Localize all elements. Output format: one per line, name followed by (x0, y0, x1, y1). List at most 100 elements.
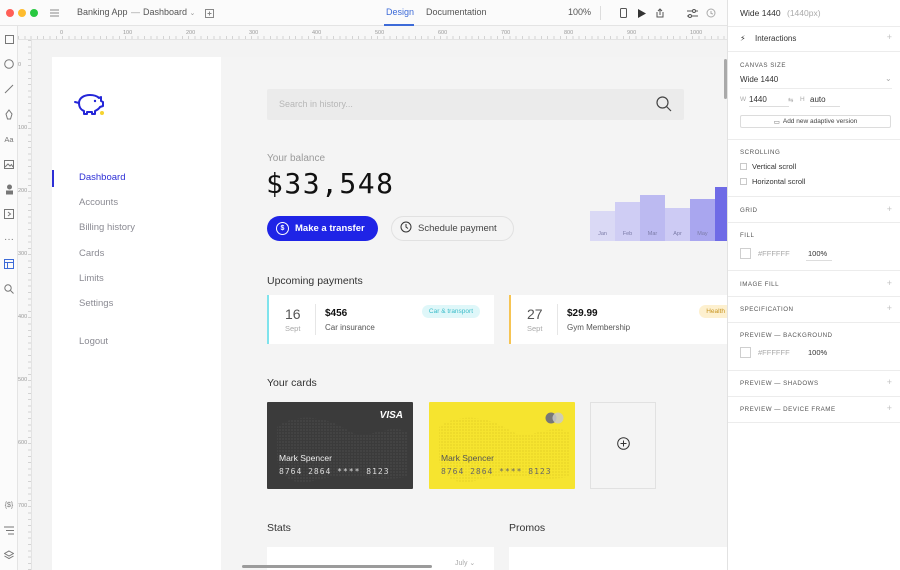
grid-heading: GRID (740, 207, 758, 214)
line-tool-icon[interactable] (2, 82, 16, 96)
vertical-scroll-checkbox[interactable] (740, 163, 747, 170)
maximize-window-button[interactable] (30, 9, 38, 17)
rectangle-tool-icon[interactable] (2, 32, 16, 46)
artboard-banking-dashboard[interactable]: Dashboard Accounts Billing history Cards… (52, 57, 727, 570)
image-tool-icon[interactable] (2, 157, 16, 171)
share-icon[interactable] (653, 6, 667, 20)
search-placeholder: Search in history... (279, 99, 353, 109)
width-input[interactable]: 1440 (749, 95, 767, 104)
add-device-frame-icon[interactable]: + (887, 403, 892, 413)
ruler-mark: 200 (186, 30, 196, 36)
card-number: 8764 2864 **** 8123 (279, 467, 390, 476)
upcoming-payments-title: Upcoming payments (267, 275, 363, 287)
horizontal-scrollbar[interactable] (242, 565, 432, 568)
ruler-mark: 900 (627, 30, 637, 36)
ruler-mark: 600 (438, 30, 448, 36)
image-fill-heading: IMAGE FILL (740, 281, 780, 288)
horizontal-scroll-checkbox[interactable] (740, 178, 747, 185)
fill-color-swatch[interactable] (740, 248, 751, 259)
minimize-window-button[interactable] (18, 9, 26, 17)
close-window-button[interactable] (6, 9, 14, 17)
ruler-mark: 500 (375, 30, 385, 36)
styles-icon[interactable] (2, 523, 16, 537)
ellipse-tool-icon[interactable] (2, 57, 16, 71)
fill-opacity-input[interactable]: 100% (808, 249, 827, 258)
link-dimensions-icon[interactable]: ⇆ (788, 96, 793, 104)
add-page-icon[interactable] (202, 6, 216, 20)
more-tools-icon[interactable]: ··· (2, 232, 16, 246)
breadcrumb-separator: — (131, 7, 140, 17)
add-adaptive-version-button[interactable]: ▭ Add new adaptive version (740, 115, 891, 128)
add-specification-icon[interactable]: + (887, 303, 892, 313)
ruler-mark: 100 (18, 125, 28, 131)
sidebar-item-settings[interactable]: Settings (79, 298, 113, 309)
play-icon[interactable] (635, 6, 649, 20)
sidebar-item-cards[interactable]: Cards (79, 248, 104, 259)
height-input[interactable]: auto (810, 95, 826, 104)
sidebar-item-accounts[interactable]: Accounts (79, 197, 118, 208)
canvas-size-heading: CANVAS SIZE (740, 62, 786, 69)
search-tool-icon[interactable] (2, 282, 16, 296)
link-tool-icon[interactable] (2, 207, 16, 221)
preview-background-hex[interactable]: #FFFFFF (758, 348, 790, 357)
document-title[interactable]: Banking App (77, 7, 128, 17)
add-interaction-icon[interactable]: + (887, 32, 892, 42)
divider (728, 26, 900, 27)
add-card-button[interactable] (590, 402, 656, 489)
preview-background-opacity[interactable]: 100% (808, 348, 827, 357)
layers-icon[interactable] (2, 548, 16, 562)
stats-period-select[interactable]: July ⌄ (455, 559, 475, 567)
bank-card-mastercard[interactable]: Mark Spencer 8764 2864 **** 8123 (429, 402, 575, 489)
schedule-payment-label: Schedule payment (418, 223, 497, 234)
make-transfer-button[interactable]: $ Make a transfer (267, 216, 378, 241)
category-tag: Health (699, 305, 727, 318)
device-preview-icon[interactable] (616, 6, 630, 20)
fill-hex-input[interactable]: #FFFFFF (758, 249, 790, 258)
canvas-preset-select[interactable]: Wide 1440 (740, 75, 778, 84)
page-selector[interactable]: Dashboard ⌄ (143, 7, 195, 17)
ruler-mark: 400 (312, 30, 322, 36)
category-tag: Car & transport (421, 305, 480, 318)
your-cards-title: Your cards (267, 377, 317, 389)
sidebar-item-limits[interactable]: Limits (79, 273, 104, 284)
history-icon[interactable] (704, 6, 718, 20)
add-grid-icon[interactable]: + (887, 204, 892, 214)
card-holder-name: Mark Spencer (441, 453, 494, 463)
chart-bar (715, 187, 727, 241)
interactions-label[interactable]: Interactions (755, 34, 796, 43)
nav-active-indicator (52, 170, 54, 187)
layout-tool-icon[interactable] (2, 257, 16, 271)
inspector-panel: Wide 1440 (1440px) ⚡ Interactions + CANV… (727, 0, 900, 570)
divider (600, 6, 601, 20)
lightning-icon: ⚡ (740, 34, 746, 43)
vertical-scroll-label: Vertical scroll (752, 162, 797, 171)
ruler-mark: 200 (18, 188, 28, 194)
add-preview-shadow-icon[interactable]: + (887, 377, 892, 387)
add-image-fill-icon[interactable]: + (887, 278, 892, 288)
sidebar-item-billing-history[interactable]: Billing history (79, 222, 135, 233)
upcoming-payment-card[interactable]: 27 Sept $29.99 Gym Membership Health (509, 295, 727, 344)
component-tool-icon[interactable] (2, 182, 16, 196)
chevron-down-icon[interactable]: ⌄ (885, 74, 892, 83)
zoom-level[interactable]: 100% (568, 7, 591, 17)
pen-tool-icon[interactable] (2, 107, 16, 121)
ruler-mark: 700 (18, 503, 28, 509)
menu-icon[interactable] (47, 6, 61, 20)
sidebar-item-dashboard[interactable]: Dashboard (79, 172, 125, 183)
tab-documentation[interactable]: Documentation (426, 7, 487, 17)
variables-icon[interactable]: {$} (2, 498, 16, 512)
divider (728, 370, 900, 371)
sliders-icon[interactable] (685, 6, 699, 20)
upcoming-payment-card[interactable]: 16 Sept $456 Car insurance Car & transport (267, 295, 494, 344)
tab-design[interactable]: Design (386, 7, 414, 17)
schedule-payment-button[interactable]: Schedule payment (391, 216, 514, 241)
sidebar-item-logout[interactable]: Logout (79, 336, 108, 347)
search-icon[interactable] (656, 96, 672, 117)
preview-background-swatch[interactable] (740, 347, 751, 358)
divider (740, 88, 892, 89)
bank-card-visa[interactable]: VISA Mark Spencer 8764 2864 **** 8123 (267, 402, 413, 489)
artboard-name[interactable]: Wide 1440 (740, 8, 781, 18)
text-tool-icon[interactable]: Aa (2, 132, 16, 146)
history-search-bar[interactable]: Search in history... (267, 89, 684, 120)
design-canvas[interactable]: Dashboard Accounts Billing history Cards… (32, 40, 727, 570)
